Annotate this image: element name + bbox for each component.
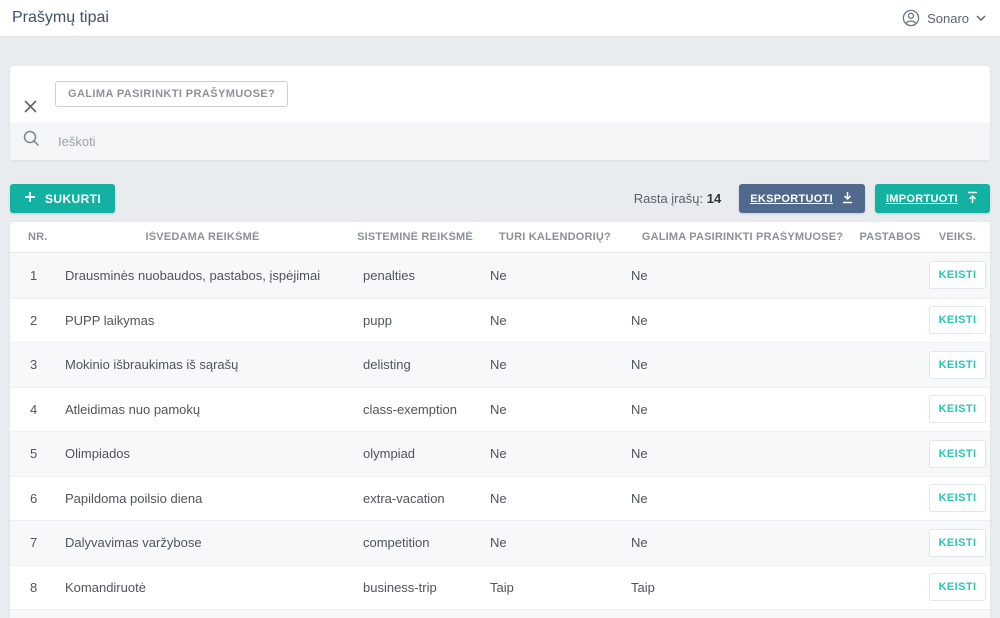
- row-galima-pasirinkti: Ne: [630, 402, 855, 417]
- search-icon: [23, 130, 40, 152]
- user-menu[interactable]: Sonaro: [902, 9, 986, 27]
- create-button-label: SUKURTI: [45, 192, 101, 206]
- column-header: TURI KALENDORIŲ?: [480, 231, 630, 243]
- row-sistemine-reiksme: class-exemption: [350, 402, 480, 417]
- column-header: NR.: [10, 231, 55, 243]
- row-turi-kalendoriu: Ne: [480, 535, 630, 550]
- row-turi-kalendoriu: Ne: [480, 491, 630, 506]
- row-galima-pasirinkti: Ne: [630, 313, 855, 328]
- row-sistemine-reiksme: delisting: [350, 357, 480, 372]
- column-header: PASTABOS: [855, 231, 925, 243]
- row-isvedama-reiksme: Mokinio išbraukimas iš sąrašų: [55, 357, 350, 372]
- table-row: 2 PUPP laikymas pupp Ne Ne KEISTI: [10, 298, 990, 343]
- row-nr: 4: [10, 402, 55, 417]
- row-nr: 7: [10, 535, 55, 550]
- column-header: SISTEMINĖ REIKŠMĖ: [350, 231, 480, 243]
- row-nr: 5: [10, 446, 55, 461]
- table-row: 4 Atleidimas nuo pamokų class-exemption …: [10, 387, 990, 432]
- row-sistemine-reiksme: extra-vacation: [350, 491, 480, 506]
- create-button[interactable]: SUKURTI: [10, 184, 115, 213]
- top-bar: Prašymų tipai Sonaro: [0, 0, 1000, 37]
- close-icon[interactable]: [23, 99, 38, 114]
- toolbar-right: Rasta įrašų: 14 EKSPORTUOTI IMPORTUOTI: [634, 184, 990, 213]
- edit-button[interactable]: KEISTI: [929, 395, 987, 423]
- upload-icon: [966, 191, 979, 207]
- request-types-table: NR.IŠVEDAMA REIKŠMĖSISTEMINĖ REIKŠMĖTURI…: [10, 222, 990, 618]
- row-nr: 1: [10, 268, 55, 283]
- row-turi-kalendoriu: Ne: [480, 313, 630, 328]
- table-row: 1 Drausminės nuobaudos, pastabos, įspėji…: [10, 253, 990, 298]
- export-button-label: EKSPORTUOTI: [750, 193, 833, 205]
- edit-button[interactable]: KEISTI: [929, 573, 987, 601]
- chevron-down-icon: [976, 15, 986, 21]
- user-icon: [902, 9, 920, 27]
- row-galima-pasirinkti: Ne: [630, 268, 855, 283]
- column-header: VEIKS.: [925, 231, 990, 243]
- row-sistemine-reiksme: competition: [350, 535, 480, 550]
- column-header: IŠVEDAMA REIKŠMĖ: [55, 231, 350, 243]
- search-input[interactable]: Ieškoti: [10, 122, 990, 160]
- row-galima-pasirinkti: Taip: [630, 580, 855, 595]
- row-turi-kalendoriu: Ne: [480, 357, 630, 372]
- user-name: Sonaro: [927, 11, 969, 26]
- search-placeholder: Ieškoti: [58, 134, 96, 149]
- row-galima-pasirinkti: Ne: [630, 357, 855, 372]
- row-isvedama-reiksme: Komandiruotė: [55, 580, 350, 595]
- row-galima-pasirinkti: Ne: [630, 491, 855, 506]
- download-icon: [841, 191, 854, 207]
- row-galima-pasirinkti: Ne: [630, 446, 855, 461]
- row-turi-kalendoriu: Ne: [480, 268, 630, 283]
- row-isvedama-reiksme: Dalyvavimas varžybose: [55, 535, 350, 550]
- row-nr: 6: [10, 491, 55, 506]
- row-nr: 8: [10, 580, 55, 595]
- edit-button[interactable]: KEISTI: [929, 484, 987, 512]
- row-sistemine-reiksme: penalties: [350, 268, 480, 283]
- row-isvedama-reiksme: Olimpiados: [55, 446, 350, 461]
- plus-icon: [24, 191, 36, 206]
- row-nr: 2: [10, 313, 55, 328]
- row-sistemine-reiksme: olympiad: [350, 446, 480, 461]
- table-row: 5 Olimpiados olympiad Ne Ne KEISTI: [10, 431, 990, 476]
- column-header: GALIMA PASIRINKTI PRAŠYMUOSE?: [630, 231, 855, 243]
- table-row: 6 Papildoma poilsio diena extra-vacation…: [10, 476, 990, 521]
- edit-button[interactable]: KEISTI: [929, 351, 987, 379]
- row-galima-pasirinkti: Ne: [630, 535, 855, 550]
- row-turi-kalendoriu: Ne: [480, 446, 630, 461]
- import-button[interactable]: IMPORTUOTI: [875, 184, 990, 213]
- results-label: Rasta įrašų:: [634, 191, 703, 206]
- row-turi-kalendoriu: Ne: [480, 402, 630, 417]
- table-row: 3 Mokinio išbraukimas iš sąrašų delistin…: [10, 342, 990, 387]
- row-isvedama-reiksme: Papildoma poilsio diena: [55, 491, 350, 506]
- row-isvedama-reiksme: Atleidimas nuo pamokų: [55, 402, 350, 417]
- results-number: 14: [707, 191, 721, 206]
- table-header-row: NR.IŠVEDAMA REIKŠMĖSISTEMINĖ REIKŠMĖTURI…: [10, 222, 990, 253]
- edit-button[interactable]: KEISTI: [929, 306, 987, 334]
- filter-chip[interactable]: GALIMA PASIRINKTI PRAŠYMUOSE?: [55, 81, 288, 107]
- table-row: 7 Dalyvavimas varžybose competition Ne N…: [10, 520, 990, 565]
- table-row: 8 Komandiruotė business-trip Taip Taip K…: [10, 565, 990, 610]
- edit-button[interactable]: KEISTI: [929, 261, 987, 289]
- row-turi-kalendoriu: Taip: [480, 580, 630, 595]
- import-button-label: IMPORTUOTI: [886, 193, 958, 205]
- filter-card: GALIMA PASIRINKTI PRAŠYMUOSE? Ieškoti: [10, 66, 990, 160]
- row-isvedama-reiksme: PUPP laikymas: [55, 313, 350, 328]
- row-nr: 3: [10, 357, 55, 372]
- row-isvedama-reiksme: Drausminės nuobaudos, pastabos, įspėjima…: [55, 268, 350, 283]
- filter-area: GALIMA PASIRINKTI PRAŠYMUOSE?: [10, 66, 990, 122]
- table-row-partial: [10, 609, 990, 618]
- table-body: 1 Drausminės nuobaudos, pastabos, įspėji…: [10, 253, 990, 609]
- toolbar: SUKURTI Rasta įrašų: 14 EKSPORTUOTI IMPO…: [10, 184, 990, 213]
- edit-button[interactable]: KEISTI: [929, 440, 987, 468]
- row-sistemine-reiksme: pupp: [350, 313, 480, 328]
- page-title: Prašymų tipai: [12, 9, 109, 27]
- row-sistemine-reiksme: business-trip: [350, 580, 480, 595]
- results-count: Rasta įrašų: 14: [634, 191, 721, 206]
- edit-button[interactable]: KEISTI: [929, 529, 987, 557]
- export-button[interactable]: EKSPORTUOTI: [739, 184, 865, 213]
